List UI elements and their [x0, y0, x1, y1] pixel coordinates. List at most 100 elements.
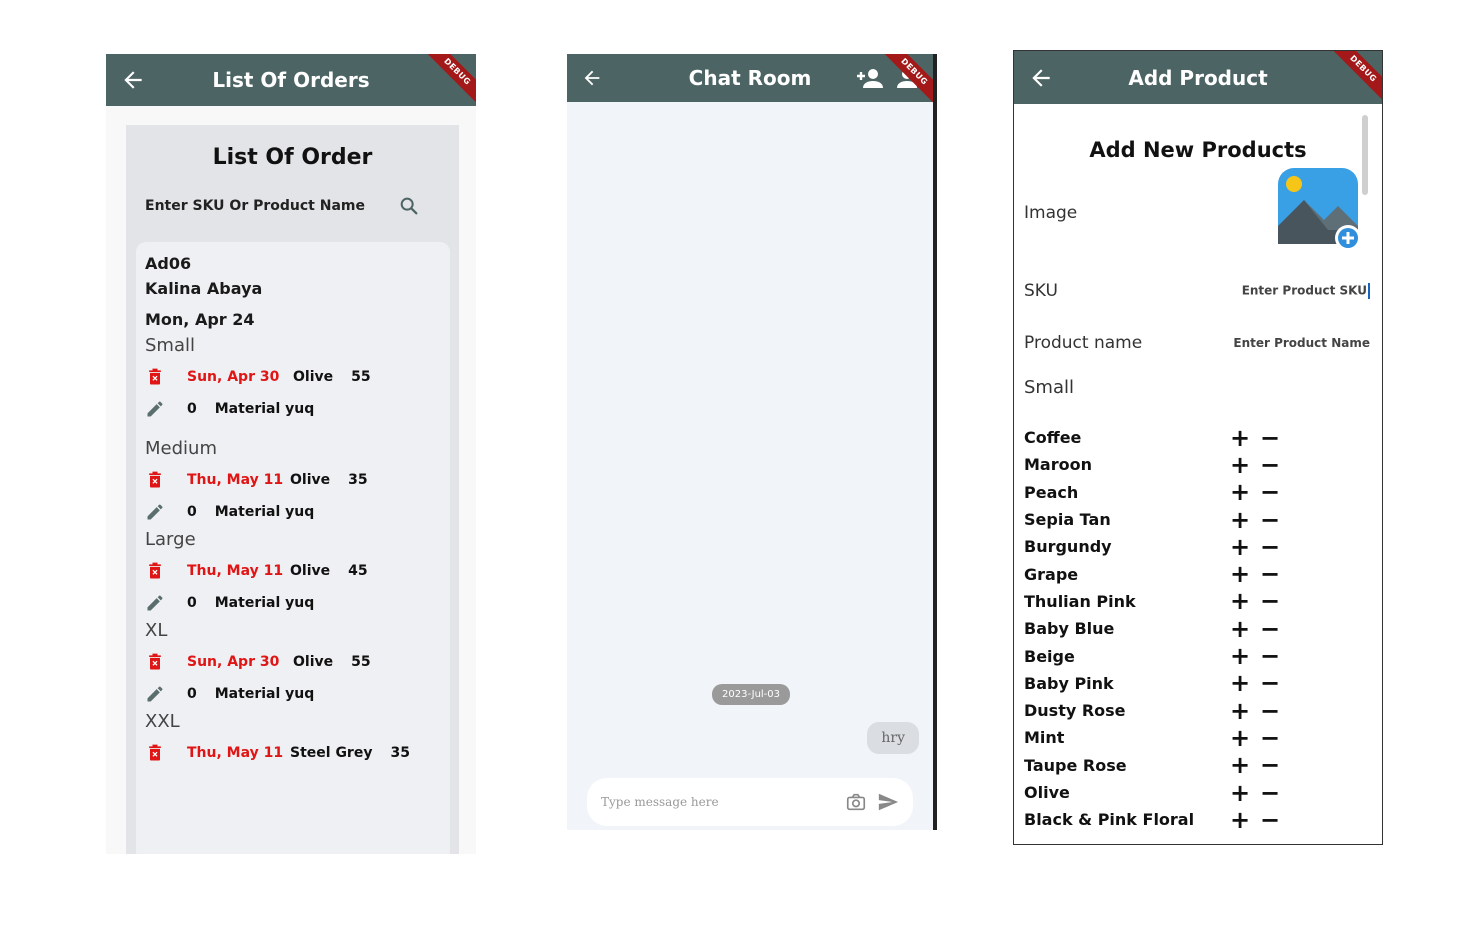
decrement-button[interactable]: −	[1260, 589, 1290, 613]
quantity: 45	[348, 563, 368, 579]
color-row: Coffee + −	[1024, 424, 1364, 451]
increment-button[interactable]: +	[1230, 589, 1260, 613]
increment-button[interactable]: +	[1230, 617, 1260, 641]
material-row: 0 Material yuq	[145, 683, 441, 705]
edit-icon[interactable]	[145, 502, 165, 522]
size-label: Small	[1024, 377, 1074, 398]
decrement-button[interactable]: −	[1260, 562, 1290, 586]
color-name: Sepia Tan	[1024, 510, 1111, 530]
size-row: Sun, Apr 30 Olive 55	[145, 651, 441, 673]
color-row: Olive + −	[1024, 779, 1364, 806]
size-row: Thu, May 11 Steel Grey 35	[145, 742, 441, 764]
size-row: Sun, Apr 30 Olive 55	[145, 366, 441, 388]
sku-input[interactable]: Enter Product SKU	[1242, 283, 1370, 299]
order-item[interactable]: Ad06 Kalina Abaya Mon, Apr 24 Small Sun,…	[136, 242, 450, 854]
add-image-icon[interactable]	[1278, 168, 1362, 250]
order-date: Mon, Apr 24	[145, 310, 255, 329]
size-label: Large	[145, 529, 196, 550]
order-sku: Ad06	[145, 254, 192, 273]
app-bar: Chat Room DEBUG	[567, 54, 933, 110]
increment-button[interactable]: +	[1230, 808, 1260, 832]
page-title: Chat Room	[688, 66, 812, 90]
back-arrow-icon[interactable]	[581, 67, 603, 89]
page-title: Add Product	[1128, 65, 1268, 90]
message-input[interactable]: Type message here	[601, 795, 835, 809]
decrement-button[interactable]: −	[1260, 808, 1290, 832]
debug-banner: DEBUG	[419, 54, 476, 110]
decrement-button[interactable]: −	[1260, 480, 1290, 504]
count: 0	[187, 595, 197, 611]
back-arrow-icon[interactable]	[1028, 65, 1054, 91]
material-row: 0 Material yuq	[145, 398, 441, 420]
decrement-button[interactable]: −	[1260, 644, 1290, 668]
edit-icon[interactable]	[145, 399, 165, 419]
increment-button[interactable]: +	[1230, 426, 1260, 450]
color-row: Sepia Tan + −	[1024, 506, 1364, 533]
app-bar: Add Product DEBUG	[1014, 51, 1382, 107]
camera-icon[interactable]	[845, 791, 867, 813]
message-input-bar: Type message here	[587, 778, 913, 826]
color-row: Grape + −	[1024, 560, 1364, 587]
message-bubble[interactable]: hry	[867, 722, 919, 754]
material-status: Material yuq	[214, 686, 315, 702]
delete-icon[interactable]	[145, 367, 165, 387]
decrement-button[interactable]: −	[1260, 781, 1290, 805]
edit-icon[interactable]	[145, 684, 165, 704]
add-product-screen: Add Product DEBUG Add New Products Image…	[1013, 50, 1383, 845]
send-icon[interactable]	[877, 791, 899, 813]
size-label: Small	[145, 335, 195, 356]
order-product-name: Kalina Abaya	[145, 279, 263, 298]
increment-button[interactable]: +	[1230, 781, 1260, 805]
increment-button[interactable]: +	[1230, 453, 1260, 477]
edit-icon[interactable]	[145, 593, 165, 613]
increment-button[interactable]: +	[1230, 644, 1260, 668]
color-name: Burgundy	[1024, 537, 1112, 557]
decrement-button[interactable]: −	[1260, 699, 1290, 723]
increment-button[interactable]: +	[1230, 753, 1260, 777]
due-date: Thu, May 11	[187, 472, 284, 488]
color-row: Baby Blue + −	[1024, 615, 1364, 642]
decrement-button[interactable]: −	[1260, 508, 1290, 532]
color-name: Beige	[1024, 646, 1075, 666]
color-name: Mint	[1024, 728, 1065, 748]
search-input[interactable]: Enter SKU Or Product Name	[145, 198, 365, 214]
material-status: Material yuq	[214, 595, 315, 611]
decrement-button[interactable]: −	[1260, 753, 1290, 777]
search-icon[interactable]	[398, 195, 420, 217]
decrement-button[interactable]: −	[1260, 671, 1290, 695]
increment-button[interactable]: +	[1230, 508, 1260, 532]
increment-button[interactable]: +	[1230, 726, 1260, 750]
add-person-icon[interactable]	[855, 66, 885, 90]
increment-button[interactable]: +	[1230, 480, 1260, 504]
decrement-button[interactable]: −	[1260, 726, 1290, 750]
decrement-button[interactable]: −	[1260, 535, 1290, 559]
color-row: Baby Pink + −	[1024, 670, 1364, 697]
color-row: Taupe Rose + −	[1024, 752, 1364, 779]
delete-icon[interactable]	[145, 652, 165, 672]
size-row: Thu, May 11 Olive 35	[145, 469, 441, 491]
color-name: Thulian Pink	[1024, 591, 1136, 611]
search-bar[interactable]: Enter SKU Or Product Name	[145, 195, 420, 217]
delete-icon[interactable]	[145, 743, 165, 763]
delete-icon[interactable]	[145, 470, 165, 490]
count: 0	[187, 686, 197, 702]
decrement-button[interactable]: −	[1260, 453, 1290, 477]
color-name: Olive	[1024, 783, 1070, 802]
chat-screen: Chat Room DEBUG 2023-Jul-03 hry Type mes…	[567, 54, 937, 830]
increment-button[interactable]: +	[1230, 535, 1260, 559]
size-row: Thu, May 11 Olive 45	[145, 560, 441, 582]
decrement-button[interactable]: −	[1260, 617, 1290, 641]
increment-button[interactable]: +	[1230, 699, 1260, 723]
product-name-input[interactable]: Enter Product Name	[1233, 336, 1370, 350]
increment-button[interactable]: +	[1230, 671, 1260, 695]
size-label: XXL	[145, 711, 180, 732]
color-name: Olive	[293, 654, 334, 670]
product-name-label: Product name	[1024, 333, 1143, 353]
image-label: Image	[1024, 203, 1078, 223]
color-name: Black & Pink Floral	[1024, 810, 1195, 830]
increment-button[interactable]: +	[1230, 562, 1260, 586]
decrement-button[interactable]: −	[1260, 426, 1290, 450]
delete-icon[interactable]	[145, 561, 165, 581]
count: 0	[187, 401, 197, 417]
back-arrow-icon[interactable]	[120, 67, 146, 93]
